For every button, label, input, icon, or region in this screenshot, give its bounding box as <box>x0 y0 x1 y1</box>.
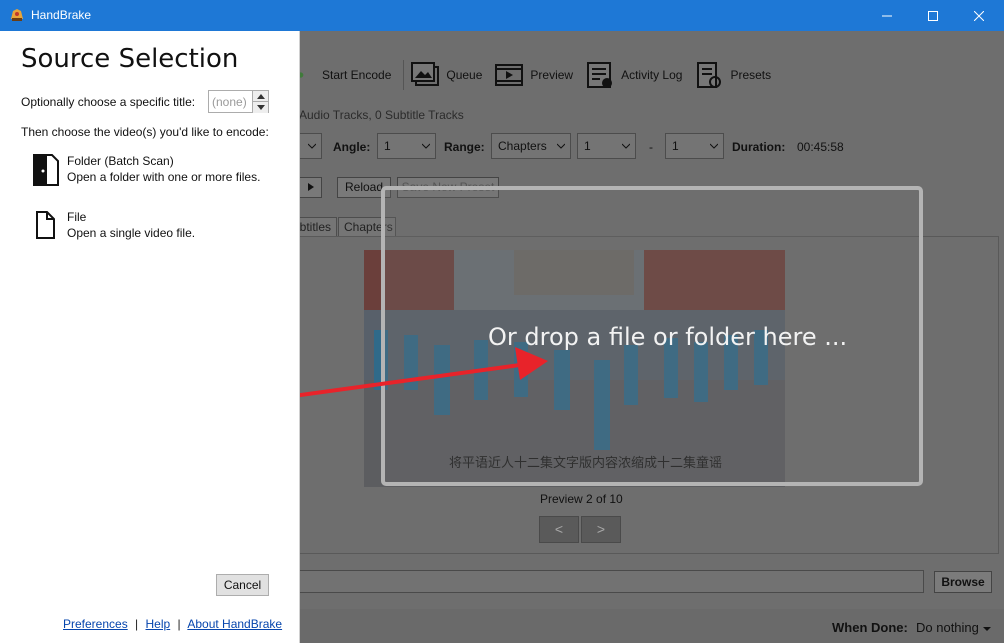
start-encode-button[interactable]: Start Encode <box>300 61 391 89</box>
preview-next-button[interactable]: > <box>581 516 621 543</box>
source-selection-panel: Source Selection Optionally choose a spe… <box>0 31 300 643</box>
folder-icon <box>33 154 59 186</box>
preview-button[interactable]: Preview <box>494 61 573 89</box>
title-spinner[interactable]: (none) <box>208 90 269 113</box>
close-button[interactable] <box>956 0 1002 31</box>
preset-menu-button[interactable] <box>299 177 322 198</box>
maximize-button[interactable] <box>910 0 956 31</box>
about-handbrake-link[interactable]: About HandBrake <box>187 617 282 631</box>
presets-icon <box>697 62 722 88</box>
range-dash: - <box>649 140 653 154</box>
handbrake-app-icon <box>11 9 23 21</box>
file-option-desc: Open a single video file. <box>67 226 196 240</box>
chevron-down-icon <box>557 143 565 149</box>
when-done-label: When Done: <box>832 620 908 635</box>
preview-nav: < > <box>539 516 621 543</box>
file-option-title: File <box>67 210 87 224</box>
preview-icon <box>495 64 524 86</box>
angle-value: 1 <box>384 139 391 153</box>
queue-button[interactable]: Queue <box>410 61 482 89</box>
range-end-dropdown[interactable]: 1 <box>665 133 724 159</box>
activity-log-icon <box>587 62 613 88</box>
caret-down-icon <box>982 627 991 631</box>
choose-videos-label: Then choose the video(s) you'd like to e… <box>21 125 269 139</box>
chevron-down-icon <box>422 143 430 149</box>
preview-caption: Preview 2 of 10 <box>540 492 623 506</box>
presets-button[interactable]: Presets <box>694 61 771 89</box>
link-separator: | <box>177 617 181 631</box>
start-encode-label: Start Encode <box>322 68 392 82</box>
title-options-row: Angle: 1 Range: Chapters 1 - 1 Duration:… <box>299 133 999 159</box>
drop-zone-text: Or drop a file or folder here ... <box>488 323 848 351</box>
help-link[interactable]: Help <box>146 617 171 631</box>
specific-title-label: Optionally choose a specific title: <box>21 95 196 109</box>
angle-dropdown[interactable]: 1 <box>377 133 436 159</box>
when-done-value: Do nothing <box>916 620 979 635</box>
caret-down-icon <box>256 105 265 110</box>
range-end-value: 1 <box>672 139 679 153</box>
when-done-dropdown[interactable]: Do nothing <box>916 620 991 635</box>
range-start-dropdown[interactable]: 1 <box>577 133 636 159</box>
file-icon <box>36 211 55 239</box>
source-info-text: Audio Tracks, 0 Subtitle Tracks <box>299 108 464 122</box>
cancel-button[interactable]: Cancel <box>216 574 269 596</box>
spinner-down-button[interactable] <box>252 102 268 113</box>
caret-up-icon <box>256 93 265 99</box>
folder-batch-scan-option[interactable]: Folder (Batch Scan) Open a folder with o… <box>33 154 283 188</box>
range-type-dropdown[interactable]: Chapters <box>491 133 571 159</box>
link-separator: | <box>135 617 139 631</box>
source-selection-heading: Source Selection <box>21 44 239 74</box>
toolbar: Start Encode Queue Preview Activity Log … <box>300 55 783 95</box>
title-spinner-value: (none) <box>212 95 247 109</box>
destination-input[interactable] <box>299 570 924 593</box>
chevron-down-icon <box>622 143 630 149</box>
duration-value: 00:45:58 <box>797 140 844 154</box>
presets-label: Presets <box>730 68 772 82</box>
angle-label: Angle: <box>333 140 371 154</box>
file-option[interactable]: File Open a single video file. <box>33 210 283 244</box>
status-bar: When Done: Do nothing <box>299 609 1004 643</box>
close-icon <box>974 10 984 21</box>
window-titlebar: HandBrake <box>0 0 1004 31</box>
browse-button[interactable]: Browse <box>934 571 992 593</box>
window-title: HandBrake <box>31 8 92 22</box>
play-icon <box>300 72 304 78</box>
toolbar-separator <box>403 60 405 90</box>
title-dropdown[interactable] <box>299 133 322 159</box>
preferences-link[interactable]: Preferences <box>63 617 128 631</box>
range-start-value: 1 <box>584 139 591 153</box>
tab-subtitles[interactable]: Subtitles <box>295 217 337 237</box>
minimize-icon <box>882 15 892 16</box>
activity-log-label: Activity Log <box>621 68 683 82</box>
activity-log-button[interactable]: Activity Log <box>585 61 682 89</box>
folder-option-desc: Open a folder with one or more files. <box>67 170 261 184</box>
range-label: Range: <box>444 140 485 154</box>
queue-label: Queue <box>446 68 483 82</box>
duration-label: Duration: <box>732 140 786 154</box>
play-small-icon <box>307 183 314 191</box>
chevron-down-icon <box>710 143 718 149</box>
preview-label: Preview <box>530 68 574 82</box>
minimize-button[interactable] <box>864 0 910 31</box>
range-type-value: Chapters <box>498 139 547 153</box>
maximize-icon <box>928 10 938 21</box>
spinner-up-button[interactable] <box>252 91 268 102</box>
footer-links: Preferences | Help | About HandBrake <box>63 617 282 631</box>
tab-subtitles-label: Subtitles <box>296 220 331 234</box>
folder-option-title: Folder (Batch Scan) <box>67 154 174 168</box>
queue-icon <box>411 62 440 86</box>
preview-prev-button[interactable]: < <box>539 516 579 543</box>
chevron-down-icon <box>308 143 316 149</box>
